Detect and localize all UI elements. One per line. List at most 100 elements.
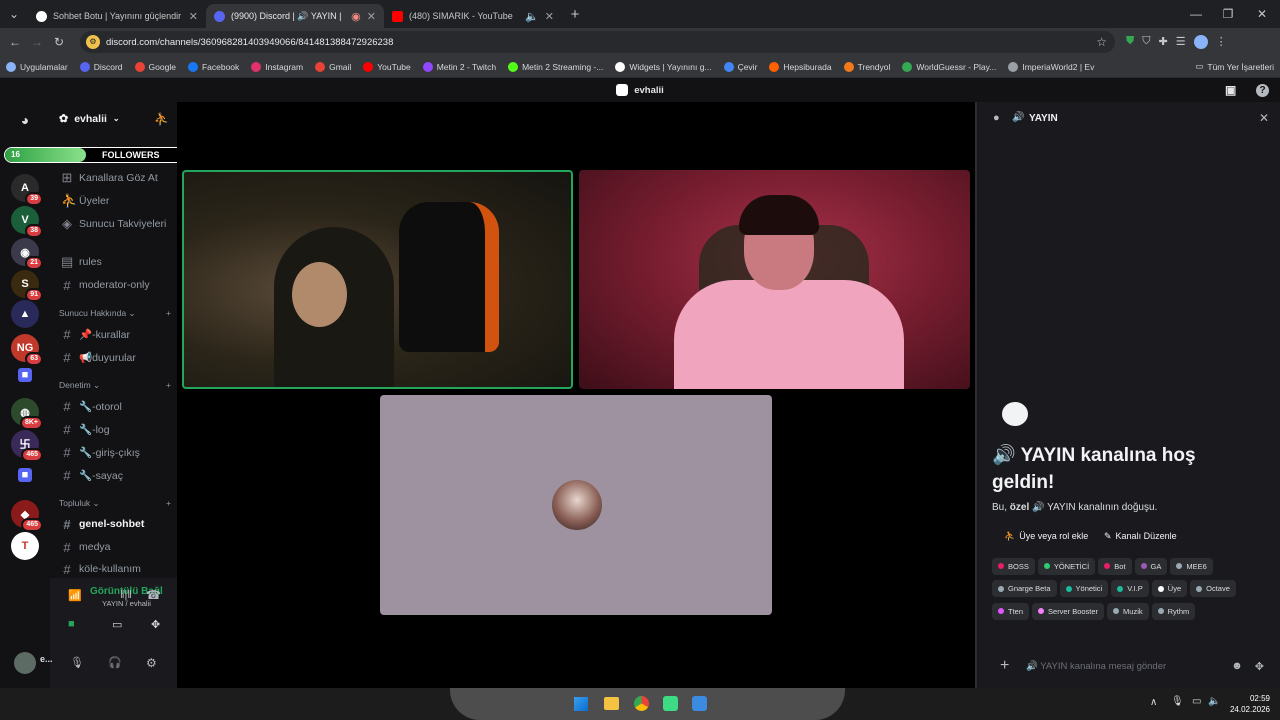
server-icon[interactable]: ◆ 465 bbox=[11, 500, 43, 532]
shield-extension-icon[interactable]: ⛊ bbox=[1126, 35, 1134, 49]
clock[interactable]: 02:59 24.02.2026 bbox=[1228, 693, 1270, 715]
browser-tab-3[interactable]: (480) SIMARIK - YouTube 🔈 ✕ bbox=[384, 4, 562, 28]
channel-item[interactable]: # genel-sohbet bbox=[58, 514, 175, 534]
close-icon[interactable]: ✕ bbox=[189, 10, 198, 23]
bookmark-item[interactable]: ImperiaWorld2 | Ev bbox=[1002, 61, 1100, 72]
apps-icon[interactable]: ✥ bbox=[1255, 660, 1264, 673]
channel-item[interactable]: ⛹ Üyeler bbox=[58, 191, 175, 211]
channel-item[interactable]: ◈ Sunucu Takviyeleri bbox=[58, 214, 175, 234]
site-info-icon[interactable]: ⚙ bbox=[86, 35, 100, 49]
channel-item[interactable]: # 📢duyurular bbox=[58, 347, 175, 367]
role-chip[interactable]: Üye bbox=[1151, 580, 1188, 597]
disconnect-icon[interactable]: ☎ bbox=[146, 588, 161, 602]
bookmark-item[interactable]: Facebook bbox=[182, 61, 245, 72]
server-icon[interactable]: ◉ 21 bbox=[11, 238, 43, 270]
extension-icon[interactable]: ⛉ bbox=[1142, 35, 1150, 49]
server-icon[interactable]: ■ bbox=[18, 368, 32, 382]
server-icon[interactable]: ▲ bbox=[11, 300, 39, 328]
bookmark-item[interactable]: WorldGuessr - Play... bbox=[896, 61, 1002, 72]
role-chip[interactable]: Bot bbox=[1098, 557, 1132, 575]
close-panel-icon[interactable]: ✕ bbox=[1259, 111, 1269, 125]
server-icon[interactable]: S 91 bbox=[11, 270, 43, 302]
inbox-icon[interactable]: ▣ bbox=[1225, 83, 1236, 97]
role-chip[interactable]: BOSS bbox=[992, 557, 1035, 575]
role-chip[interactable]: GA bbox=[1134, 557, 1168, 575]
role-chip[interactable]: Server Booster bbox=[1032, 602, 1105, 620]
help-icon[interactable]: ? bbox=[1256, 83, 1269, 97]
video-tile-man[interactable] bbox=[579, 170, 970, 389]
headphones-icon[interactable]: 🎧 bbox=[108, 656, 122, 669]
volume-icon[interactable]: 🔈 bbox=[1208, 696, 1220, 707]
channel-item[interactable]: # 🔧-otorol bbox=[58, 396, 175, 416]
reload-icon[interactable]: ↻ bbox=[48, 35, 70, 49]
back-arrow-icon[interactable]: ← bbox=[4, 35, 26, 49]
server-icon[interactable]: ◍ 8K+ bbox=[11, 398, 43, 430]
bookmark-item[interactable]: Uygulamalar bbox=[0, 61, 74, 72]
add-member-icon[interactable]: ⛹ bbox=[154, 112, 169, 126]
menu-dots-icon[interactable]: ⋮ bbox=[1216, 35, 1227, 49]
browser-tab-2[interactable]: (9900) Discord | 🔊 YAYIN | ◉ ✕ bbox=[206, 4, 384, 28]
minimize-icon[interactable]: — bbox=[1180, 7, 1212, 21]
maximize-icon[interactable]: ❐ bbox=[1212, 7, 1244, 21]
channel-item[interactable]: # 🔧-log bbox=[58, 419, 175, 439]
channel-item[interactable]: # 🔧-sayaç bbox=[58, 465, 175, 485]
bookmark-item[interactable]: Çevir bbox=[718, 61, 764, 72]
audio-icon[interactable]: 🔈 bbox=[525, 10, 539, 23]
puzzle-icon[interactable]: ✚ bbox=[1159, 35, 1168, 49]
video-tile-woman[interactable] bbox=[182, 170, 573, 389]
bookmark-item[interactable]: Metin 2 - Twitch bbox=[417, 61, 502, 72]
role-chip[interactable]: MEE6 bbox=[1170, 557, 1213, 575]
microphone-icon[interactable]: 🎙 bbox=[70, 656, 84, 669]
role-chip[interactable]: Muzik bbox=[1107, 602, 1149, 620]
address-bar[interactable]: ⚙ discord.com/channels/360968281403949066… bbox=[80, 31, 1115, 53]
bookmark-item[interactable]: Google bbox=[129, 61, 182, 72]
role-chip[interactable]: YÖNETİCİ bbox=[1037, 557, 1096, 575]
add-channel-icon[interactable]: + bbox=[166, 308, 171, 319]
emoji-icon[interactable]: ☻ bbox=[1231, 660, 1243, 672]
server-icon[interactable]: A 39 bbox=[11, 174, 43, 206]
noise-suppression-icon[interactable]: ‖|‖ bbox=[120, 589, 132, 601]
bookmark-item[interactable]: Trendyol bbox=[838, 61, 897, 72]
forward-arrow-icon[interactable]: → bbox=[26, 35, 48, 49]
channel-item[interactable]: # 🔧-giriş-çıkış bbox=[58, 442, 175, 462]
role-chip[interactable]: Gnarge Beta bbox=[992, 580, 1057, 597]
bookmark-item[interactable]: Discord bbox=[74, 61, 129, 72]
media-control-icon[interactable]: ☰ bbox=[1176, 35, 1186, 49]
bookmark-item[interactable]: Metin 2 Streaming -... bbox=[502, 61, 609, 72]
add-members-button[interactable]: ⛹ Üye veya rol ekle bbox=[997, 526, 1095, 546]
discord-home-icon[interactable]: ◕ bbox=[11, 106, 39, 134]
user-avatar[interactable] bbox=[14, 652, 36, 674]
category-header[interactable]: Sunucu Hakkında ⌄ + bbox=[59, 308, 171, 319]
server-icon[interactable]: T bbox=[11, 532, 39, 560]
channel-item[interactable]: # moderator-only bbox=[58, 275, 175, 295]
channel-item[interactable]: ▤ rules bbox=[58, 252, 175, 272]
attach-plus-icon[interactable]: + bbox=[1000, 657, 1026, 675]
bookmark-item[interactable]: Gmail bbox=[309, 61, 357, 72]
add-channel-icon[interactable]: + bbox=[166, 498, 171, 509]
tray-chevron-icon[interactable]: ∧ bbox=[1150, 697, 1157, 708]
camera-icon[interactable]: ■ bbox=[68, 618, 75, 630]
profile-avatar-icon[interactable] bbox=[1193, 35, 1208, 49]
channel-item[interactable]: # köle-kullanım bbox=[58, 559, 175, 579]
bookmark-item[interactable]: Instagram bbox=[245, 61, 309, 72]
all-bookmarks-button[interactable]: ▭ Tüm Yer İşaretleri bbox=[1189, 61, 1280, 72]
bookmark-item[interactable]: Hepsiburada bbox=[763, 61, 837, 72]
add-channel-icon[interactable]: + bbox=[166, 380, 171, 391]
role-chip[interactable]: Rythm bbox=[1151, 602, 1196, 620]
channel-item[interactable]: # 📌-kurallar bbox=[58, 324, 175, 344]
video-tile-avatar[interactable] bbox=[380, 395, 772, 615]
server-icon[interactable]: ■ bbox=[18, 468, 32, 482]
network-icon[interactable]: ▭ bbox=[1192, 696, 1201, 707]
role-chip[interactable]: V.I.P bbox=[1111, 580, 1149, 597]
chrome-icon[interactable] bbox=[634, 696, 649, 711]
server-icon[interactable]: NG 63 bbox=[11, 334, 43, 366]
category-header[interactable]: Topluluk ⌄ + bbox=[59, 498, 171, 509]
channel-item[interactable]: # medya bbox=[58, 537, 175, 557]
window-close-icon[interactable]: ✕ bbox=[1244, 7, 1280, 21]
start-icon[interactable] bbox=[574, 697, 588, 711]
tab-list-chevron-icon[interactable]: ⌄ bbox=[0, 7, 28, 21]
role-chip[interactable]: Yönetici bbox=[1059, 580, 1109, 597]
bookmark-item[interactable]: Widgets | Yayınını g... bbox=[609, 61, 717, 72]
role-chip[interactable]: Tten bbox=[992, 602, 1030, 620]
server-icon[interactable]: 卐 465 bbox=[11, 430, 43, 462]
